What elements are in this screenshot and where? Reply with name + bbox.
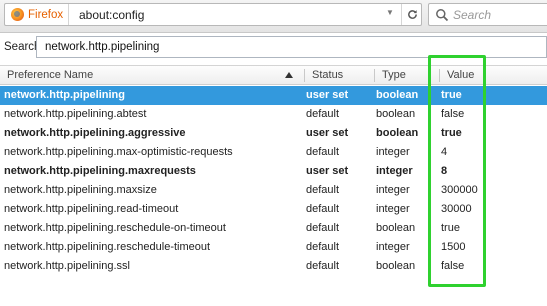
- pref-value: 1500: [441, 241, 466, 253]
- reload-icon: [407, 10, 417, 19]
- pref-name: network.http.pipelining.aggressive: [4, 127, 186, 139]
- dropdown-arrow-icon[interactable]: ▼: [386, 8, 394, 17]
- column-header-value[interactable]: Value: [440, 66, 474, 85]
- scrollbar[interactable]: [541, 86, 547, 306]
- site-identity-button[interactable]: Firefox: [5, 4, 69, 25]
- pref-value: true: [441, 222, 460, 234]
- pref-value: false: [441, 260, 465, 272]
- pref-value: true: [441, 89, 462, 101]
- pref-name: network.http.pipelining.ssl: [4, 260, 130, 272]
- search-placeholder: Search: [453, 8, 492, 22]
- site-identity-label: Firefox: [28, 8, 64, 21]
- search-icon: [436, 9, 449, 22]
- pref-status: default: [306, 146, 340, 158]
- pref-type: boolean: [376, 260, 416, 272]
- pref-type: integer: [376, 241, 410, 253]
- url-text[interactable]: about:config: [79, 8, 144, 22]
- filter-input[interactable]: [36, 36, 547, 58]
- firefox-logo-icon: [11, 8, 24, 21]
- pref-type: boolean: [376, 127, 419, 139]
- pref-status: user set: [306, 165, 349, 177]
- pref-value: true: [441, 127, 462, 139]
- table-row[interactable]: network.http.pipelining.maxrequests user…: [0, 162, 547, 181]
- column-header-preference-name[interactable]: Preference Name: [0, 66, 93, 85]
- pref-name: network.http.pipelining.read-timeout: [4, 203, 179, 215]
- pref-name: network.http.pipelining.maxrequests: [4, 165, 196, 177]
- pref-value: 8: [441, 165, 448, 177]
- pref-status: user set: [306, 89, 349, 101]
- table-row[interactable]: network.http.pipelining user set boolean…: [0, 86, 547, 105]
- pref-value: 300000: [441, 184, 478, 196]
- table-row[interactable]: network.http.pipelining.reschedule-on-ti…: [0, 219, 547, 238]
- pref-name: network.http.pipelining.max-optimistic-r…: [4, 146, 233, 158]
- column-header-status[interactable]: Status: [305, 66, 343, 85]
- pref-type: boolean: [376, 89, 419, 101]
- pref-type: integer: [376, 184, 410, 196]
- pref-status: user set: [306, 127, 349, 139]
- pref-status: default: [306, 260, 340, 272]
- pref-name: network.http.pipelining.reschedule-on-ti…: [4, 222, 226, 234]
- browser-toolbar: Firefox about:config ▼ Search: [0, 0, 547, 33]
- pref-type: boolean: [376, 108, 416, 120]
- pref-status: default: [306, 108, 340, 120]
- preferences-list: network.http.pipelining user set boolean…: [0, 86, 547, 276]
- table-row[interactable]: network.http.pipelining.aggressive user …: [0, 124, 547, 143]
- pref-value: 4: [441, 146, 448, 158]
- pref-type: boolean: [376, 222, 416, 234]
- table-row[interactable]: network.http.pipelining.read-timeout def…: [0, 200, 547, 219]
- pref-name: network.http.pipelining.abtest: [4, 108, 147, 120]
- pref-type: integer: [376, 165, 413, 177]
- pref-name: network.http.pipelining.reschedule-timeo…: [4, 241, 211, 253]
- table-row[interactable]: network.http.pipelining.max-optimistic-r…: [0, 143, 547, 162]
- pref-value: false: [441, 108, 465, 120]
- pref-status: default: [306, 241, 340, 253]
- pref-type: integer: [376, 146, 410, 158]
- pref-name: network.http.pipelining: [4, 89, 125, 101]
- table-header: Preference Name Status Type Value: [0, 65, 547, 85]
- column-header-type[interactable]: Type: [375, 66, 406, 85]
- table-row[interactable]: network.http.pipelining.abtest default b…: [0, 105, 547, 124]
- pref-status: default: [306, 203, 340, 215]
- reload-button[interactable]: [401, 4, 422, 25]
- url-bar[interactable]: Firefox about:config ▼: [4, 3, 422, 26]
- pref-type: integer: [376, 203, 410, 215]
- pref-name: network.http.pipelining.maxsize: [4, 184, 157, 196]
- pref-status: default: [306, 184, 340, 196]
- table-row[interactable]: network.http.pipelining.maxsize default …: [0, 181, 547, 200]
- table-row[interactable]: network.http.pipelining.ssl default bool…: [0, 257, 547, 276]
- sort-ascending-icon: [285, 72, 293, 78]
- table-row[interactable]: network.http.pipelining.reschedule-timeo…: [0, 238, 547, 257]
- pref-value: 30000: [441, 203, 472, 215]
- pref-status: default: [306, 222, 340, 234]
- search-bar[interactable]: Search: [428, 3, 547, 26]
